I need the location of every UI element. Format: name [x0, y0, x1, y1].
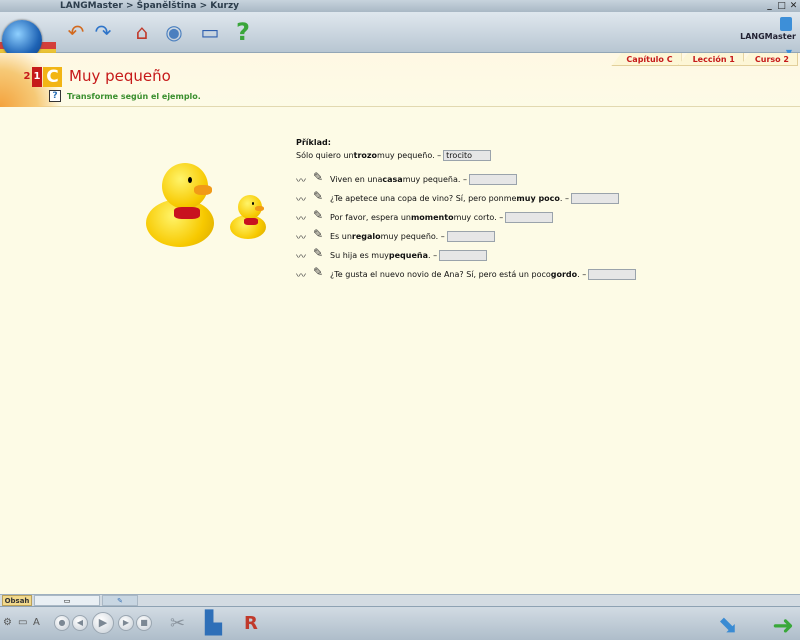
exercise-row: Por favor, espera un momento muy corto. … — [296, 208, 636, 227]
sentence-text: Es un — [330, 232, 352, 241]
course-disc-button[interactable]: ◉ — [160, 18, 188, 46]
tab-notes[interactable]: ▭ — [34, 595, 100, 606]
answer-input[interactable] — [571, 193, 620, 204]
exercise-row: Su hija es muy pequeña . – — [296, 246, 636, 265]
exercise-row: Es un regalo muy pequeño. – — [296, 227, 636, 246]
stop-button[interactable]: ■ — [136, 615, 152, 631]
crumb-capitulo[interactable]: Capítulo C — [611, 53, 682, 66]
home-icon: ⌂ — [135, 20, 149, 44]
answer-input[interactable] — [505, 212, 554, 223]
sentence-text: . – — [577, 270, 587, 279]
crumb-leccion[interactable]: Lección 1 — [677, 53, 744, 66]
answer-input[interactable] — [446, 231, 495, 242]
sentence-bold: muy poco — [516, 194, 560, 203]
lesson-header: 2 1 C Muy pequeño ? Transforme según el … — [0, 53, 800, 107]
settings-icon[interactable]: ⚙ — [3, 617, 12, 628]
record-button[interactable]: ● — [54, 615, 70, 631]
keyboard-icon[interactable]: ▭ — [18, 617, 27, 628]
sentence-text: . – — [427, 251, 438, 260]
maximize-button[interactable]: □ — [777, 0, 786, 12]
answer-input[interactable] — [468, 174, 517, 185]
example-answer: trocito — [443, 149, 492, 161]
bottom-control-bar: ⚙ ▭ A ● ◀ ▶ ▶ ■ ✂ ▙ R ⬊ ➜ — [0, 606, 800, 640]
example-label: Příklad: — [296, 138, 331, 147]
window-breadcrumb: LANGMaster > Španělština > Kurzy — [60, 1, 240, 11]
bottom-tab-strip: Obsah ▭ ✎ — [0, 594, 800, 606]
sentence-text: Viven en una — [330, 175, 383, 184]
dictionary-button[interactable]: ▭ — [196, 18, 224, 46]
exercise-row: ¿Te apetece una copa de vino? Sí, pero p… — [296, 189, 636, 208]
forward-media-button[interactable]: ▶ — [118, 615, 134, 631]
rewind-button[interactable]: ◀ — [72, 615, 88, 631]
grammar-book-icon[interactable]: ▙ — [205, 611, 222, 636]
window-title-bar: LANGMaster > Španělština > Kurzy _ □ ✕ — [0, 0, 800, 12]
sublevel-badge: 1 — [32, 67, 42, 87]
level-badge: 2 — [23, 71, 31, 82]
crumb-curso[interactable]: Curso 2 — [739, 53, 798, 66]
write-icon — [296, 170, 326, 187]
sentence-text: ¿Te apetece una copa de vino? Sí, pero p… — [330, 194, 517, 203]
write-icon — [296, 246, 326, 263]
sentence-bold: casa — [382, 175, 403, 184]
example-suffix: muy pequeño. – — [377, 150, 442, 160]
reference-icon[interactable]: R — [244, 613, 258, 634]
brand-label: LANGMaster — [740, 32, 796, 41]
sentence-bold: momento — [410, 213, 454, 222]
sentence-text: Por favor, espera un — [330, 213, 411, 222]
page-title: Muy pequeño — [69, 67, 171, 85]
window-controls: _ □ ✕ — [765, 0, 798, 12]
write-icon — [296, 265, 326, 282]
download-arrow-icon[interactable]: ⬊ — [718, 611, 738, 639]
redo-arrow-icon: ↷ — [94, 20, 112, 44]
exercise-row: Viven en una casa muy pequeña. – — [296, 170, 636, 189]
notepad-icon: ▭ — [63, 597, 71, 605]
answer-input[interactable] — [439, 250, 488, 261]
sentence-bold: gordo — [550, 270, 578, 279]
minimize-button[interactable]: _ — [765, 0, 774, 12]
sentence-text: Su hija es muy — [330, 251, 389, 260]
tab-pen[interactable]: ✎ — [102, 595, 138, 606]
write-icon — [296, 189, 326, 206]
back-button[interactable]: ↶ — [62, 18, 90, 46]
home-button[interactable]: ⌂ — [128, 18, 156, 46]
tab-obsah[interactable]: Obsah — [2, 595, 32, 606]
duck-illustration — [140, 155, 280, 255]
tools-icon[interactable]: ✂ — [170, 613, 185, 634]
sentence-bold: pequeña — [388, 251, 428, 260]
example-prefix: Sólo quiero un — [296, 150, 354, 160]
question-icon: ? — [236, 18, 250, 46]
small-duck-image — [230, 195, 270, 241]
play-button[interactable]: ▶ — [92, 612, 114, 634]
main-toolbar: ↶ ↷ ⌂ ◉ ▭ ? LANGMaster ▼ — [0, 12, 800, 65]
sentence-bold: regalo — [351, 232, 381, 241]
help-button[interactable]: ? — [229, 18, 257, 46]
write-icon — [296, 208, 326, 225]
pen-icon: ✎ — [117, 597, 123, 605]
laptop-icon: ▭ — [200, 20, 220, 44]
next-arrow-icon[interactable]: ➜ — [772, 611, 794, 640]
breadcrumb: Capítulo C Lección 1 Curso 2 — [611, 53, 798, 66]
close-button[interactable]: ✕ — [789, 0, 798, 12]
sentence-text: muy corto. – — [453, 213, 504, 222]
exercise-row: ¿Te gusta el nuevo novio de Ana? Sí, per… — [296, 265, 637, 284]
big-duck-image — [146, 163, 218, 249]
sentence-text: . – — [559, 194, 570, 203]
undo-arrow-icon: ↶ — [67, 20, 85, 44]
instruction-help-icon[interactable]: ? — [49, 90, 61, 102]
forward-button[interactable]: ↷ — [89, 18, 117, 46]
write-icon — [296, 227, 326, 244]
instruction-text: Transforme según el ejemplo. — [67, 92, 201, 101]
sentence-text: muy pequeño. – — [380, 232, 445, 241]
example-row: Sólo quiero un trozo muy pequeño. – troc… — [296, 149, 636, 161]
disc-icon: ◉ — [165, 20, 183, 44]
langmaster-logo-icon — [780, 17, 792, 31]
sentence-text: ¿Te gusta el nuevo novio de Ana? Sí, per… — [330, 270, 551, 279]
exercise-panel: Příklad: Sólo quiero un trozo muy pequeñ… — [296, 138, 637, 284]
chapter-badge: C — [43, 67, 62, 87]
font-size-icon[interactable]: A — [33, 617, 40, 628]
sentence-text: muy pequeña. – — [402, 175, 467, 184]
answer-input[interactable] — [588, 269, 637, 280]
example-bold: trozo — [353, 150, 378, 160]
